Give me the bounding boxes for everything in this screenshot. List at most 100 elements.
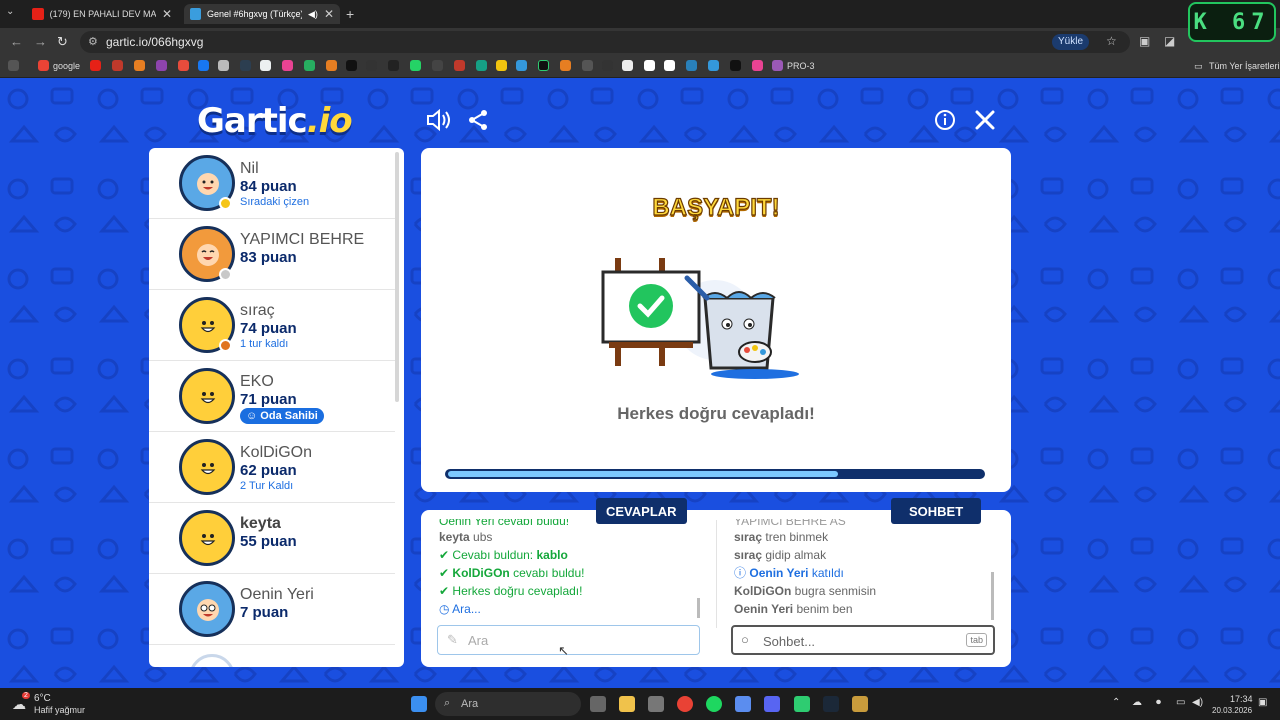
bookmark-icon[interactable] (388, 60, 399, 71)
install-button[interactable]: Yükle (1052, 34, 1090, 50)
answer-line: ✔ Cevabı buldun: kablo (439, 546, 704, 564)
microphone-icon[interactable]: ⏺ (1156, 697, 1161, 708)
youtube-icon[interactable] (90, 60, 101, 71)
back-icon[interactable]: ← (10, 34, 23, 49)
bookmark-icon[interactable] (644, 60, 655, 71)
chat-scrollbar[interactable] (991, 572, 994, 620)
pencil-icon: ✎ (447, 632, 458, 647)
sound-icon[interactable] (426, 108, 452, 137)
apps-icon[interactable] (8, 60, 19, 71)
task-view-icon[interactable] (590, 696, 606, 712)
extensions-puzzle-icon[interactable]: ◪ (1164, 34, 1175, 48)
close-tab-icon[interactable]: ✕ (324, 7, 334, 21)
league-icon[interactable] (852, 696, 868, 712)
tiktok-icon[interactable] (346, 60, 357, 71)
network-icon[interactable]: ▭ (1176, 697, 1185, 708)
reload-icon[interactable]: ↻ (57, 34, 68, 50)
speaker-icon[interactable]: ◀) (308, 9, 318, 20)
check-icon: ✔ (439, 566, 450, 580)
bookmark-icon[interactable] (178, 60, 189, 71)
discord-icon[interactable] (764, 696, 780, 712)
extension-icon[interactable]: ▣ (1139, 34, 1150, 48)
app-icon[interactable] (735, 696, 751, 712)
weather-desc[interactable]: Hafif yağmur (34, 705, 85, 715)
facebook-icon[interactable] (198, 60, 209, 71)
twitch-icon[interactable] (156, 60, 167, 71)
bookmark-icon[interactable] (304, 60, 315, 71)
answer-line-partial: Oenin Yeri cevabı buldu! (439, 519, 570, 528)
bookmark-icon[interactable] (686, 60, 697, 71)
all-bookmarks[interactable]: Tüm Yer İşaretleri (1209, 61, 1280, 71)
app-icon[interactable] (794, 696, 810, 712)
chat-input[interactable]: ○ Sohbet... tab (731, 625, 995, 655)
tray-chevron-icon[interactable]: ⌃ (1112, 697, 1120, 708)
player-score: 74 puan (240, 320, 297, 337)
bookmark-icon[interactable] (432, 60, 443, 71)
new-tab-button[interactable]: + (346, 6, 354, 22)
steam-icon[interactable] (823, 696, 839, 712)
chrome-icon[interactable] (677, 696, 693, 712)
bookmark-icon[interactable] (366, 60, 377, 71)
bookmark-icon[interactable] (752, 60, 763, 71)
spotify-icon[interactable] (706, 696, 722, 712)
bookmark-icon[interactable] (708, 60, 719, 71)
bookmark-icon[interactable] (260, 60, 271, 71)
tab-youtube[interactable]: (179) EN PAHALI DEV MARKET ✕ (26, 4, 178, 24)
close-tab-icon[interactable]: ✕ (162, 7, 172, 21)
bookmark-icon[interactable] (134, 60, 145, 71)
bookmark-icon[interactable] (240, 60, 251, 71)
forward-icon[interactable]: → (34, 34, 47, 49)
bookmark-google[interactable]: google (53, 61, 80, 71)
mouse-cursor-icon: ↖ (558, 643, 569, 658)
bookmark-icon[interactable] (602, 60, 613, 71)
bookmark-icon[interactable] (476, 60, 487, 71)
answers-scrollbar[interactable] (697, 598, 700, 618)
bookmark-icon[interactable] (496, 60, 507, 71)
notification-icon[interactable]: ▣ (1258, 697, 1267, 708)
clock-date[interactable]: 20.03.2026 (1212, 706, 1252, 715)
clock-time[interactable]: 17:34 (1230, 694, 1253, 704)
bookmark-icon[interactable] (282, 60, 293, 71)
bookmark-icon[interactable] (326, 60, 337, 71)
weather-temp[interactable]: 6°C (34, 693, 51, 704)
clock-icon: ◷ (439, 602, 450, 616)
onedrive-icon[interactable]: ☁ (1132, 697, 1142, 708)
share-icon[interactable] (467, 109, 489, 137)
player-score: 71 puan (240, 391, 297, 408)
url-field[interactable]: ⚙ gartic.io/066hgxvg (80, 31, 1130, 53)
start-icon[interactable] (411, 696, 427, 712)
whatsapp-icon[interactable] (410, 60, 421, 71)
info-icon[interactable] (934, 109, 956, 137)
file-explorer-icon[interactable] (619, 696, 635, 712)
bookmark-icon[interactable] (622, 60, 633, 71)
bookmarks-bar: google PRO-3 ▭ Tüm Yer İşaretleri (0, 56, 1280, 78)
answer-user: KolDiGOn (452, 566, 510, 580)
tab-gartic[interactable]: Genel #6hgxvg (Türkçe) - G ◀) ✕ (184, 4, 340, 24)
bookmark-icon[interactable] (454, 60, 465, 71)
avatar (179, 510, 235, 566)
bookmark-icon[interactable] (516, 60, 527, 71)
tab-search-icon[interactable]: ⌄ (6, 6, 14, 17)
logo-suffix: .io (306, 101, 353, 141)
taskbar-search[interactable]: ⌕ Ara (435, 692, 581, 716)
bookmark-icon[interactable] (772, 60, 783, 71)
store-icon[interactable] (648, 696, 664, 712)
chat-line: sıraç gidip almak (734, 546, 999, 564)
chat-user: Oenin Yeri (749, 566, 809, 580)
volume-icon[interactable]: ◀) (1192, 697, 1203, 708)
bookmark-icon[interactable] (112, 60, 123, 71)
player-name: EKO (240, 373, 274, 390)
chat-line: KolDiGOn bugra senmisin (734, 582, 999, 600)
players-scrollbar[interactable] (395, 152, 399, 402)
bookmark-icon[interactable] (582, 60, 593, 71)
bookmark-icon[interactable] (664, 60, 675, 71)
bookmark-icon[interactable] (218, 60, 229, 71)
site-info-icon[interactable]: ⚙ (88, 35, 98, 48)
bookmark-icon[interactable] (730, 60, 741, 71)
google-icon[interactable] (38, 60, 49, 71)
close-icon[interactable] (974, 109, 996, 137)
bookmark-pro3[interactable]: PRO-3 (787, 61, 815, 71)
kick-icon[interactable] (538, 60, 549, 71)
bookmark-star-icon[interactable]: ☆ (1106, 34, 1117, 48)
bookmark-icon[interactable] (560, 60, 571, 71)
